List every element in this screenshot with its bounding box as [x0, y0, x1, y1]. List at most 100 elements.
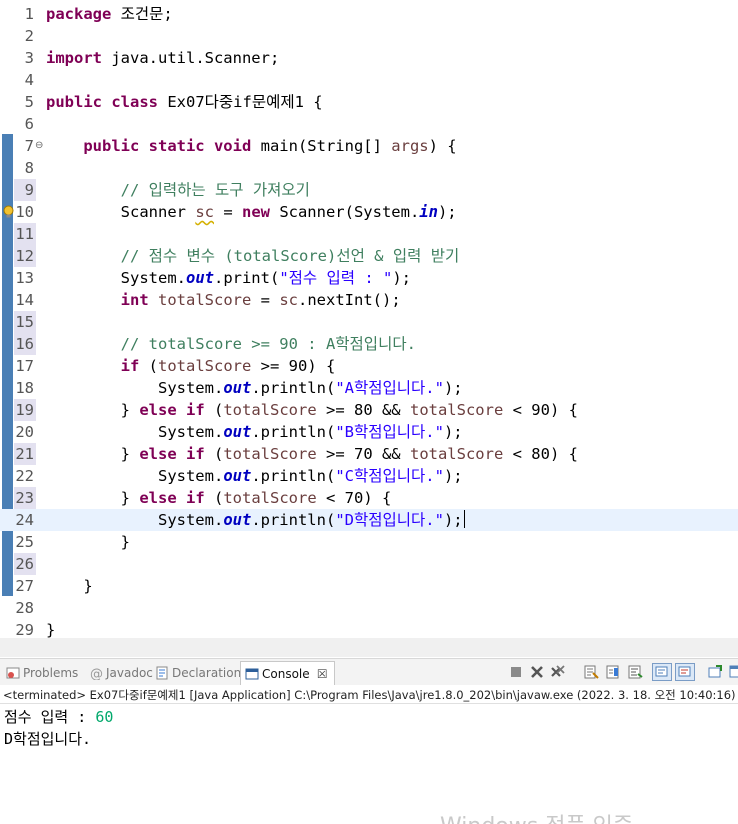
- code-line[interactable]: 29}: [0, 619, 738, 638]
- code-line[interactable]: 6: [0, 113, 738, 135]
- code-line[interactable]: 23 } else if (totalScore < 70) {: [0, 487, 738, 509]
- code-text: }: [46, 575, 92, 597]
- code-token: int: [120, 291, 149, 309]
- code-line[interactable]: 27 }: [0, 575, 738, 597]
- code-token: "C학점입니다.": [335, 467, 444, 485]
- code-line[interactable]: 8: [0, 157, 738, 179]
- code-line[interactable]: 13 System.out.print("점수 입력 : ");: [0, 267, 738, 289]
- line-number: 5: [24, 93, 34, 111]
- console-output[interactable]: 점수 입력 : 60 D학점입니다.: [4, 706, 113, 750]
- code-line[interactable]: 17 if (totalScore >= 90) {: [0, 355, 738, 377]
- code-token: .print(: [213, 269, 280, 287]
- code-text: System.out.println("C학점입니다.");: [46, 465, 463, 487]
- text-caret: [463, 510, 465, 528]
- code-line[interactable]: 5 public class Ex07다중if문예제1 {: [0, 91, 738, 113]
- tab-javadoc[interactable]: @ Javadoc: [85, 661, 153, 685]
- line-number: 20: [15, 423, 34, 441]
- code-line[interactable]: 28: [0, 597, 738, 619]
- show-on-output-icon[interactable]: [652, 663, 672, 681]
- code-token: (: [139, 357, 158, 375]
- remove-launch-icon[interactable]: [529, 664, 545, 680]
- code-line[interactable]: 24 System.out.println("D학점입니다.");: [0, 509, 738, 531]
- code-text: int totalScore = sc.nextInt();: [46, 289, 401, 311]
- clear-console-icon[interactable]: [583, 664, 599, 680]
- code-text: System.out.println("B학점입니다.");: [46, 421, 463, 443]
- code-line[interactable]: 22 System.out.println("C학점입니다.");: [0, 465, 738, 487]
- code-line[interactable]: 26: [0, 553, 738, 575]
- code-text: public class Ex07다중if문예제1 {: [46, 91, 323, 113]
- warning-lightbulb-icon[interactable]: [2, 205, 15, 219]
- code-token: >= 70 &&: [316, 445, 410, 463]
- code-token: >= 80 &&: [316, 401, 410, 419]
- code-text: // 점수 변수 (totalScore)선언 & 입력 받기: [46, 245, 460, 267]
- code-token: // totalScore >= 90 : A학점입니다.: [46, 335, 416, 353]
- code-token: }: [46, 489, 140, 507]
- code-line[interactable]: 14 int totalScore = sc.nextInt();: [0, 289, 738, 311]
- code-line[interactable]: 2: [0, 25, 738, 47]
- code-token: args: [391, 137, 429, 155]
- code-token: public class: [46, 93, 168, 111]
- code-line[interactable]: 1 package 조건문;: [0, 3, 738, 25]
- remove-all-terminated-icon[interactable]: [550, 664, 566, 680]
- tab-problems[interactable]: Problems: [2, 661, 78, 685]
- code-line[interactable]: 25 }: [0, 531, 738, 553]
- code-editor[interactable]: 1 package 조건문; 2 3 import java.util.Scanner;…: [0, 0, 738, 638]
- horizontal-scrollbar[interactable]: [0, 638, 738, 657]
- close-tab-icon[interactable]: ☒: [317, 662, 328, 686]
- code-token: }: [46, 621, 56, 638]
- code-line[interactable]: 12 // 점수 변수 (totalScore)선언 & 입력 받기: [0, 245, 738, 267]
- code-line[interactable]: 11: [0, 223, 738, 245]
- code-token: if: [120, 357, 140, 375]
- code-token: java.util.Scanner;: [111, 49, 280, 67]
- scroll-lock-icon[interactable]: [605, 664, 621, 680]
- code-text: System.out.print("점수 입력 : ");: [46, 267, 411, 289]
- code-token: out: [185, 269, 214, 287]
- code-text: if (totalScore >= 90) {: [46, 355, 336, 377]
- code-line[interactable]: 18 System.out.println("A학점입니다.");: [0, 377, 738, 399]
- tab-declaration[interactable]: Declaration: [151, 661, 241, 685]
- code-token: );: [443, 379, 463, 397]
- code-token: Scanner: [46, 203, 196, 221]
- code-text: Scanner sc = new Scanner(System.in);: [46, 201, 457, 223]
- code-token: totalScore: [158, 291, 252, 309]
- code-token: Ex07다중if문예제1 {: [167, 93, 323, 111]
- code-line[interactable]: 20 System.out.println("B학점입니다.");: [0, 421, 738, 443]
- code-text: // 입력하는 도구 가져오기: [46, 179, 310, 201]
- code-line[interactable]: 21 } else if (totalScore >= 70 && totalS…: [0, 443, 738, 465]
- pin-console-icon[interactable]: [707, 664, 723, 680]
- console-launch-description: <terminated> Ex07다중if문예제1 [Java Applicat…: [3, 688, 736, 702]
- code-text: } else if (totalScore >= 80 && totalScor…: [46, 399, 578, 421]
- code-token: .println(: [251, 423, 336, 441]
- line-number: 6: [24, 115, 34, 133]
- code-token: System.: [46, 379, 224, 397]
- code-token: .println(: [251, 379, 336, 397]
- code-line[interactable]: 3 import java.util.Scanner;: [0, 47, 738, 69]
- line-number: 4: [24, 71, 34, 89]
- line-number: 2: [24, 27, 34, 45]
- line-number: 28: [15, 599, 34, 617]
- line-number: 26: [15, 555, 34, 573]
- code-text: public static void main(String[] args) {: [46, 135, 456, 157]
- code-line[interactable]: 4: [0, 69, 738, 91]
- code-token: );: [443, 511, 463, 529]
- word-wrap-icon[interactable]: [627, 664, 643, 680]
- declaration-icon: [156, 666, 168, 680]
- line-number: 18: [15, 379, 34, 397]
- code-line[interactable]: 15: [0, 311, 738, 333]
- line-number: 8: [24, 159, 34, 177]
- code-token: "A학점입니다.": [335, 379, 444, 397]
- tab-console[interactable]: Console ☒: [240, 661, 335, 685]
- code-line[interactable]: 19 } else if (totalScore >= 80 && totalS…: [0, 399, 738, 421]
- fold-toggle-icon[interactable]: ⊖: [35, 140, 43, 152]
- terminate-icon[interactable]: [508, 664, 524, 680]
- code-text: }: [46, 531, 130, 553]
- show-on-error-icon[interactable]: [675, 663, 695, 681]
- open-console-icon[interactable]: [728, 664, 738, 680]
- code-text: } else if (totalScore < 70) {: [46, 487, 392, 509]
- code-line[interactable]: 16 // totalScore >= 90 : A학점입니다.: [0, 333, 738, 355]
- code-line[interactable]: 10 Scanner sc = new Scanner(System.in);: [0, 201, 738, 223]
- code-line[interactable]: 9 // 입력하는 도구 가져오기: [0, 179, 738, 201]
- code-line[interactable]: 7 ⊖ public static void main(String[] args…: [0, 135, 738, 157]
- line-number: 17: [15, 357, 34, 375]
